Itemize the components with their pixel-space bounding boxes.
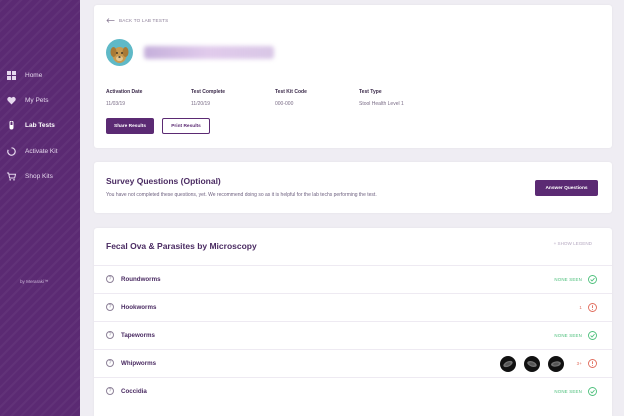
fecal-title: Fecal Ova & Parasites by Microscopy <box>106 241 257 251</box>
result-row-whipworms[interactable]: ? Whipworms 3+ <box>94 349 612 377</box>
grid-icon <box>7 70 16 80</box>
back-link[interactable]: BACK TO LAB TESTS <box>106 18 168 23</box>
survey-title: Survey Questions (Optional) <box>106 176 221 186</box>
result-row-hookworms[interactable]: ? Hookworms 1 <box>94 293 612 321</box>
alert-circle-icon <box>588 359 597 368</box>
sidebar-item-my-pets[interactable]: My Pets <box>7 93 48 107</box>
test-kit-code: Test Kit Code 000-000 <box>275 89 307 107</box>
alert-circle-icon <box>588 303 597 312</box>
test-header-card: BACK TO LAB TESTS Activation Date 11/03/… <box>94 5 612 148</box>
help-icon[interactable]: ? <box>106 359 114 367</box>
check-circle-icon <box>588 331 597 340</box>
check-circle-icon <box>588 387 597 396</box>
sidebar-item-label: Shop Kits <box>25 172 53 180</box>
cart-icon <box>7 172 17 181</box>
pet-name-redacted <box>144 46 274 59</box>
pet-avatar <box>106 39 133 66</box>
sidebar-item-label: Home <box>25 71 43 79</box>
help-icon[interactable]: ? <box>106 387 114 395</box>
parasite-egg-image[interactable] <box>524 356 540 372</box>
test-tube-icon <box>7 120 16 130</box>
sidebar-item-home[interactable]: Home <box>7 68 42 82</box>
survey-card: Survey Questions (Optional) You have not… <box>94 162 612 213</box>
sidebar: Home My Pets Lab Tests Activate Kit Shop… <box>0 0 80 416</box>
activation-date: Activation Date 11/03/19 <box>106 89 143 107</box>
check-circle-icon <box>588 275 597 284</box>
fecal-results-card: Fecal Ova & Parasites by Microscopy + SH… <box>94 228 612 416</box>
sidebar-item-activate-kit[interactable]: Activate Kit <box>7 144 58 158</box>
help-icon[interactable]: ? <box>106 303 114 311</box>
share-results-button[interactable]: Share Results <box>106 118 154 134</box>
sidebar-item-lab-tests[interactable]: Lab Tests <box>7 118 55 132</box>
result-value: 1 <box>579 305 582 310</box>
result-row-roundworms[interactable]: ? Roundworms NONE SEEN <box>94 265 612 293</box>
parasite-egg-image[interactable] <box>548 356 564 372</box>
show-legend-button[interactable]: + SHOW LEGEND <box>554 241 592 246</box>
back-link-label: BACK TO LAB TESTS <box>119 18 169 23</box>
result-row-coccidia[interactable]: ? Coccidia NONE SEEN <box>94 377 612 405</box>
powered-by: by Meraraki™ <box>20 279 49 284</box>
test-complete-date: Test Complete 11/20/19 <box>191 89 226 107</box>
result-value: NONE SEEN <box>554 277 582 282</box>
survey-description: You have not completed these questions, … <box>106 192 377 198</box>
test-type: Test Type Stool Health Level 1 <box>359 89 404 107</box>
result-row-tapeworms[interactable]: ? Tapeworms NONE SEEN <box>94 321 612 349</box>
answer-questions-button[interactable]: Answer Questions <box>535 180 598 196</box>
sidebar-item-label: Activate Kit <box>25 147 58 155</box>
sidebar-item-shop-kits[interactable]: Shop Kits <box>7 169 53 183</box>
sidebar-item-label: Lab Tests <box>25 121 55 129</box>
help-icon[interactable]: ? <box>106 275 114 283</box>
print-results-button[interactable]: Print Results <box>162 118 210 134</box>
result-value: NONE SEEN <box>554 333 582 338</box>
activate-icon <box>7 146 16 156</box>
heart-icon <box>7 96 16 105</box>
parasite-egg-image[interactable] <box>500 356 516 372</box>
sidebar-item-label: My Pets <box>25 96 49 104</box>
result-value: NONE SEEN <box>554 389 582 394</box>
result-value: 3+ <box>576 361 582 366</box>
help-icon[interactable]: ? <box>106 331 114 339</box>
arrow-left-icon <box>106 18 115 23</box>
